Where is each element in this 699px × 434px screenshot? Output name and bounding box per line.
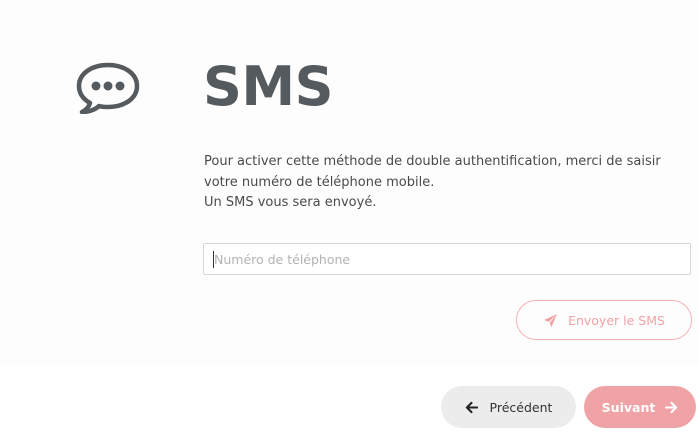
chat-bubble-dots-icon — [76, 62, 140, 114]
previous-button[interactable]: Précédent — [441, 386, 576, 428]
next-button[interactable]: Suivant — [584, 386, 696, 428]
instructions-line: Pour activer cette méthode de double aut… — [204, 154, 661, 190]
text-caret — [213, 251, 214, 268]
paper-plane-icon — [544, 313, 558, 327]
instructions: Pour activer cette méthode de double aut… — [204, 152, 694, 214]
send-sms-label: Envoyer le SMS — [568, 312, 665, 328]
next-label: Suivant — [601, 399, 656, 415]
page-title: SMS — [203, 55, 334, 118]
phone-number-input[interactable] — [203, 243, 691, 275]
sms-setup-card: SMS Pour activer cette méthode de double… — [0, 0, 699, 366]
send-sms-button[interactable]: Envoyer le SMS — [516, 300, 692, 340]
instructions-line: Un SMS vous sera envoyé. — [204, 195, 377, 210]
arrow-left-icon — [465, 401, 478, 413]
page: SMS Pour activer cette méthode de double… — [0, 0, 699, 434]
previous-label: Précédent — [489, 399, 553, 415]
arrow-right-icon — [665, 401, 678, 413]
